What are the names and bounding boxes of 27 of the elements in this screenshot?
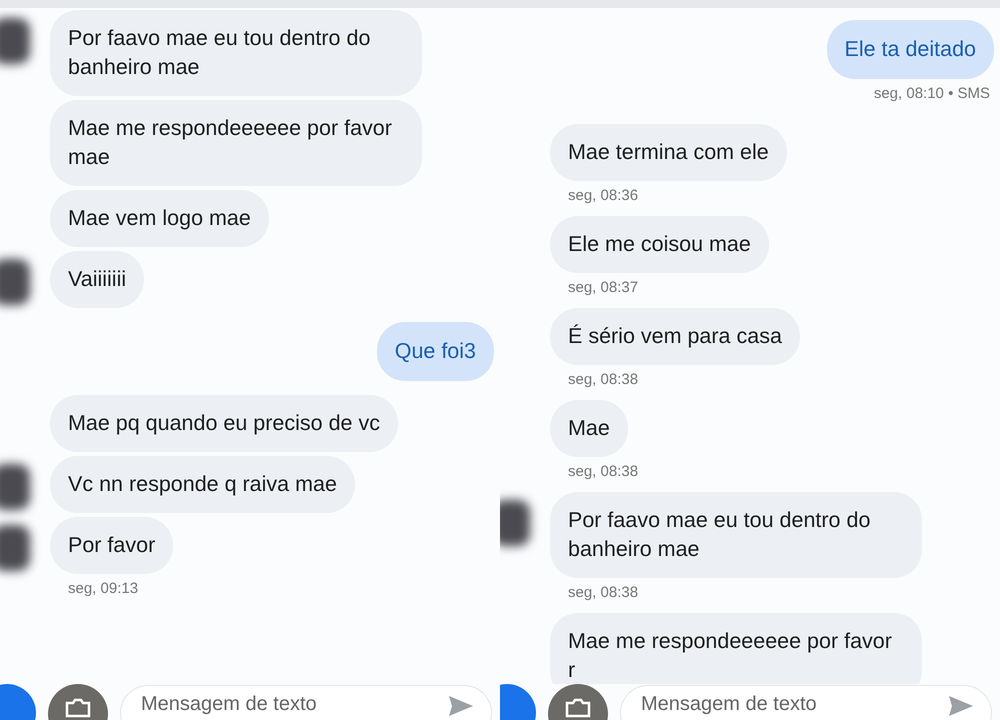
message-time: seg, 09:13 (68, 580, 138, 597)
received-message: Vc nn responde q raiva mae (50, 456, 355, 513)
received-message: Por faavo mae eu tou dentro do banheiro mae (50, 10, 422, 96)
message-field[interactable]: Mensagem de texto (120, 685, 492, 720)
message-time: seg, 08:36 (568, 187, 638, 204)
received-message: Vaiiiiiii (50, 251, 144, 308)
sent-message: Que foi3 (376, 322, 494, 381)
received-message: Mae (550, 400, 628, 457)
message-time: seg, 08:10 • SMS (874, 85, 990, 102)
camera-icon (65, 698, 91, 718)
received-message: É sério vem para casa (550, 308, 800, 365)
received-message: Mae vem logo mae (50, 190, 269, 247)
message-time: seg, 08:38 (568, 463, 638, 480)
received-message: Ele me coisou mae (550, 216, 769, 273)
message-time: seg, 08:37 (568, 279, 638, 296)
send-icon[interactable] (448, 695, 474, 717)
received-message: Por faavo mae eu tou dentro do banheiro mae (550, 492, 922, 578)
message-time: seg, 08:38 (568, 371, 638, 388)
send-icon[interactable] (948, 695, 974, 717)
received-message: Mae pq quando eu preciso de vc (50, 395, 398, 452)
sent-message: Ele ta deitado (826, 20, 994, 79)
message-time: seg, 08:38 (568, 584, 638, 601)
received-message: Mae termina com ele (550, 124, 787, 181)
message-field[interactable]: Mensagem de texto (620, 685, 992, 720)
camera-icon (565, 698, 591, 718)
received-message: Por favor (50, 517, 174, 574)
received-message: Mae me respondeeeeee por favor mae (50, 100, 422, 186)
